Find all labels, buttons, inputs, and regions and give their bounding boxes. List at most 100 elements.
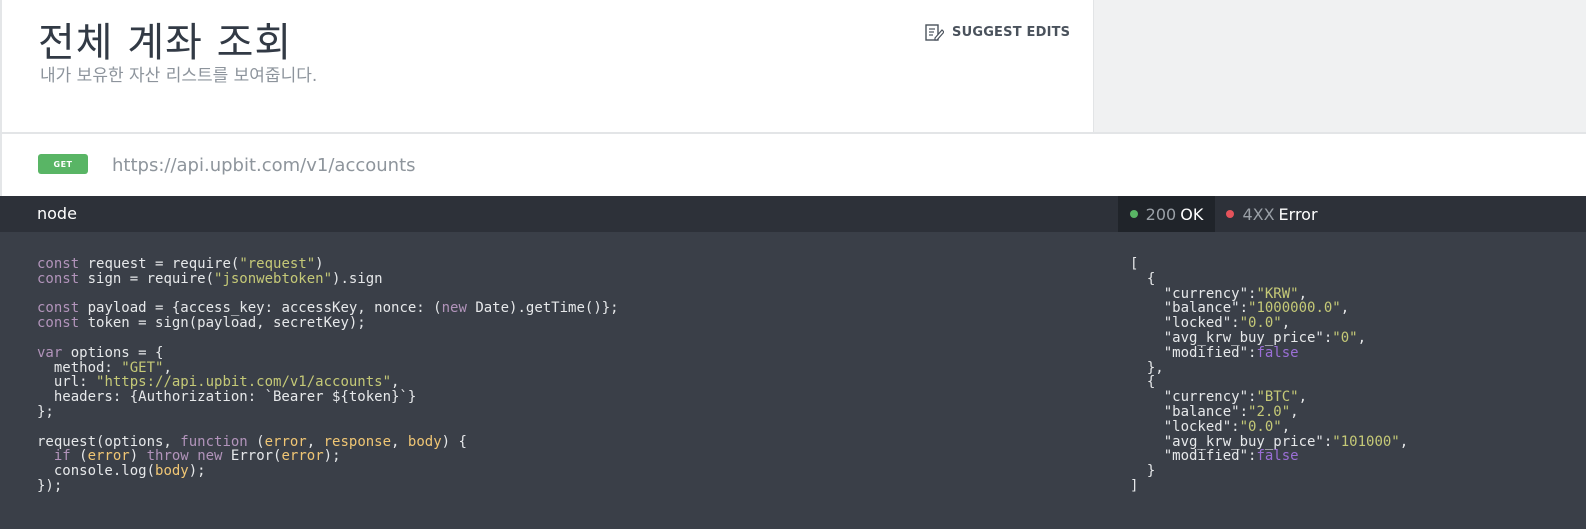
code-token: , [1340,300,1350,317]
page-subtitle: 내가 보유한 자산 리스트를 보여줍니다. [40,66,318,86]
code-token: ) { [441,433,467,450]
code-token: "0" [1332,329,1358,346]
code-token: "locked": [1130,315,1240,332]
code-token: "locked": [1130,418,1240,435]
code-token: "currency": [1130,285,1257,302]
code-token: , [1399,433,1409,450]
code-token: { [1130,270,1156,287]
code-token: "GET" [121,359,164,376]
code-token: error [281,448,324,465]
code-token: "currency": [1130,389,1257,406]
code-token: console.log( [37,463,156,480]
header-side-panel [1093,0,1586,132]
code-line: const payload = {access_key: accessKey, … [37,301,619,316]
code-token: , [1298,285,1308,302]
code-token: "request" [239,256,316,272]
code-token: "KRW" [1256,285,1299,302]
code-line: const sign = require("jsonwebtoken").sig… [37,270,619,287]
response-line: "modified":false [1130,344,1408,361]
method-badge: GET [38,154,88,174]
code-token: "jsonwebtoken" [214,270,333,287]
code-line: }); [37,479,619,494]
response-line: } [1130,464,1408,479]
status-dot-icon [1129,210,1138,218]
code-token: function [180,433,248,450]
status-label: OK [1180,204,1204,224]
code-token: const [37,300,80,317]
code-token: response [323,433,392,450]
code-token: error [264,433,307,450]
response-tabbar: 200 OK 4XX Error [1093,196,1586,232]
code-token: "1000000.0" [1248,300,1341,317]
code-token: const [37,315,80,332]
response-line: "locked":"0.0", [1130,316,1408,331]
code-line: if (error) throw new Error(error); [37,449,619,464]
code-token: options = { [62,344,164,361]
code-line: }; [37,405,619,420]
response-line: "currency":"KRW", [1130,285,1408,302]
code-token: false [1256,448,1299,465]
code-token: var [37,344,63,361]
response-line: "balance":"1000000.0", [1130,301,1408,316]
code-block: const request = require("request") const … [37,257,619,494]
code-token: } [1130,463,1156,480]
tab-node[interactable]: node [37,204,77,223]
code-token: if [53,448,71,465]
response-line: [ [1130,257,1408,272]
status-label: Error [1278,204,1318,224]
code-token: [ [1130,256,1139,272]
code-token: ) [129,448,147,465]
code-token: body [155,463,189,480]
code-token: { [1130,374,1156,391]
code-token: }); [37,477,63,494]
code-example-panel: node const request = require("request") c… [0,196,1093,529]
code-token: new [441,300,467,317]
code-token: ).sign [332,270,383,287]
code-token: ) [315,256,324,272]
response-line: { [1130,375,1408,390]
code-token: const [37,256,80,272]
code-token: request(options, [37,433,181,450]
response-line: ] [1130,479,1408,494]
code-token: ); [188,463,206,480]
code-token: throw [146,448,189,465]
code-token: payload = {access_key: accessKey, nonce:… [79,300,442,317]
code-token: "0.0" [1239,315,1282,332]
status-code: 200 [1145,204,1177,224]
response-line: "modified":false [1130,449,1408,464]
response-tab-200[interactable]: 200 OK [1118,196,1215,232]
code-token: , [1281,315,1291,332]
code-token: "modified": [1130,448,1257,465]
code-token: "101000" [1332,433,1400,450]
response-tab-4xx[interactable]: 4XX Error [1217,196,1327,232]
code-line: request(options, function (error, respon… [37,433,619,450]
code-token: error [87,448,130,465]
code-token: Date).getTime()}; [466,300,619,317]
response-line: "balance":"2.0", [1130,405,1408,420]
code-token: , [1298,389,1308,406]
status-dot-icon [1226,210,1235,218]
code-token: ] [1130,477,1139,494]
code-token: ); [323,448,341,465]
code-token: request = require( [79,256,240,272]
response-block: [ { "currency":"KRW", "balance":"1000000… [1130,257,1408,494]
code-token: ( [247,433,265,450]
code-token: sign = require( [79,270,215,287]
code-token: "BTC" [1256,389,1299,406]
code-token: , [391,374,400,391]
response-line: "avg_krw_buy_price":"101000", [1130,433,1409,450]
code-token: "avg_krw_buy_price": [1130,329,1333,346]
suggest-edits-button[interactable]: SUGGEST EDITS [924,22,1070,42]
endpoint-url: https://api.upbit.com/v1/accounts [112,155,416,176]
code-token: headers: {Authorization: `Bearer ${token… [37,389,417,406]
code-line: headers: {Authorization: `Bearer ${token… [37,390,619,405]
code-token: ( [70,448,88,465]
code-line: console.log(body); [37,464,619,479]
code-token: false [1256,344,1299,361]
response-line: { [1130,270,1408,287]
code-token: "balance": [1130,403,1249,420]
code-token: "https://api.upbit.com/v1/accounts" [96,374,392,391]
